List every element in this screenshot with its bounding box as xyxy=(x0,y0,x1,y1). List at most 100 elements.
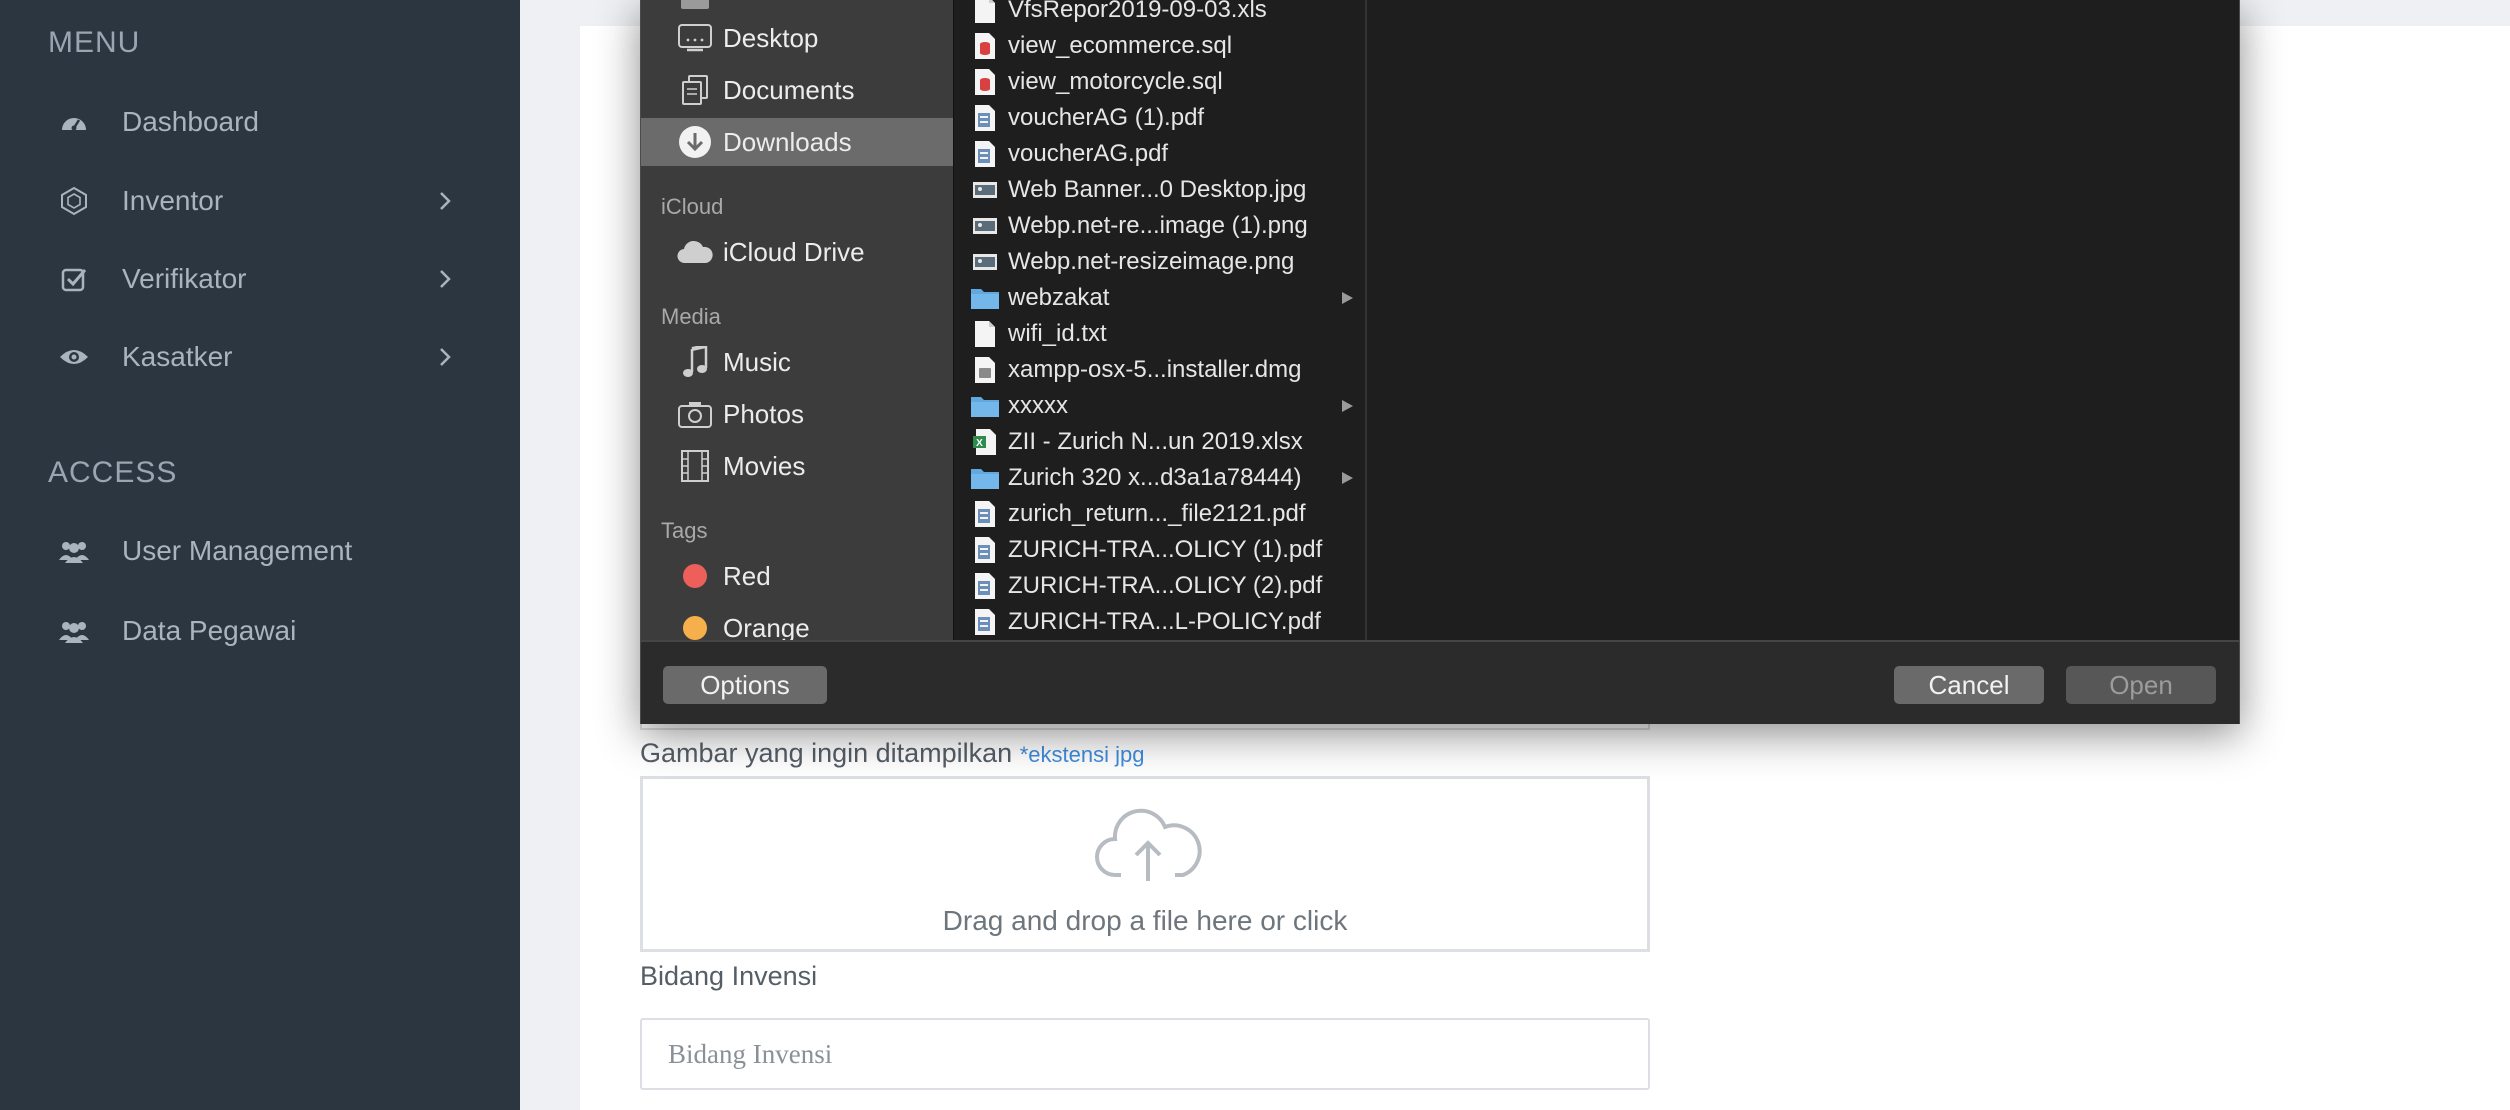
chevron-right-icon xyxy=(434,190,456,212)
tags-section-label: Tags xyxy=(661,518,708,543)
file-row[interactable]: voucherAG.pdf xyxy=(954,136,1365,172)
dialog-sidebar-item-icloud-drive[interactable]: iCloud Drive xyxy=(641,228,953,276)
orange-tag-dot-icon xyxy=(677,610,713,640)
icloud-section-label: iCloud xyxy=(661,194,724,219)
sidebar-item-label: Inventor xyxy=(122,185,224,216)
cloud-upload-icon xyxy=(1095,808,1202,881)
file-row[interactable]: VfsRepor2019-09-03.xls xyxy=(954,0,1365,28)
disclosure-arrow-icon xyxy=(1340,291,1354,305)
file-row[interactable]: view_ecommerce.sql xyxy=(954,28,1365,64)
image-file-icon xyxy=(970,175,1000,205)
sidebar-item-label: Kasatker xyxy=(122,341,233,372)
chevron-right-icon xyxy=(434,346,456,368)
dialog-sidebar-item-tag-red[interactable]: Red xyxy=(641,552,953,600)
file-row[interactable]: wifi_id.txt xyxy=(954,316,1365,352)
pdf-file-icon xyxy=(970,571,1000,601)
excel-file-icon: X xyxy=(970,427,1000,457)
disclosure-arrow-icon xyxy=(1340,471,1354,485)
eye-icon xyxy=(58,341,90,373)
folder-icon xyxy=(970,391,1000,421)
file-name: voucherAG (1).pdf xyxy=(1008,104,1205,131)
dialog-sidebar-item-desktop[interactable]: Desktop xyxy=(641,14,953,62)
image-file-icon xyxy=(970,211,1000,241)
image-field-label: Gambar yang ingin ditampilkan *ekstensi … xyxy=(640,738,1144,769)
file-row[interactable]: view_motorcycle.sql xyxy=(954,64,1365,100)
dialog-file-list[interactable]: VfsRepor2019-09-03.xls view_ecommerce.sql… xyxy=(953,0,1365,640)
dialog-sidebar-item-tag-orange[interactable]: Orange xyxy=(641,604,953,640)
media-section-label: Media xyxy=(661,304,721,329)
music-icon xyxy=(677,344,713,380)
dialog-sidebar-label: Downloads xyxy=(723,126,852,157)
dialog-sidebar-label: Photos xyxy=(723,398,804,429)
file-name: voucherAG.pdf xyxy=(1008,140,1169,167)
pdf-file-icon xyxy=(970,103,1000,133)
file-name: wifi_id.txt xyxy=(1008,320,1107,347)
folder-icon xyxy=(970,463,1000,493)
image-file-icon xyxy=(970,247,1000,277)
file-row[interactable]: ZURICH-TRA...OLICY (2).pdf xyxy=(954,568,1365,604)
file-row[interactable]: Webp.net-re...image (1).png xyxy=(954,208,1365,244)
sidebar-item-kasatker[interactable]: Kasatker xyxy=(0,325,520,389)
dialog-sidebar-item-documents[interactable]: Documents xyxy=(641,66,953,114)
dialog-sidebar-label: Red xyxy=(723,560,771,591)
sql-file-icon xyxy=(970,67,1000,97)
image-dropzone[interactable]: Drag and drop a file here or click xyxy=(640,776,1650,952)
dialog-preview-pane xyxy=(1365,0,2239,640)
open-button[interactable]: Open xyxy=(2066,666,2216,704)
dialog-sidebar: Desktop Documents Downloads iCloud iClou… xyxy=(641,0,953,640)
dialog-footer: Options Cancel Open xyxy=(641,640,2239,724)
pdf-file-icon xyxy=(970,535,1000,565)
options-button[interactable]: Options xyxy=(663,666,827,704)
file-open-dialog: Desktop Documents Downloads iCloud iClou… xyxy=(640,0,2240,724)
folder-icon xyxy=(970,283,1000,313)
file-row[interactable]: Webp.net-resizeimage.png xyxy=(954,244,1365,280)
downloads-icon xyxy=(677,124,713,160)
file-row[interactable]: voucherAG (1).pdf xyxy=(954,100,1365,136)
file-name: view_motorcycle.sql xyxy=(1008,68,1223,95)
users-icon xyxy=(58,615,90,647)
folder-row[interactable]: xxxxx xyxy=(954,388,1365,424)
file-name: ZII - Zurich N...un 2019.xlsx xyxy=(1008,428,1303,455)
file-row[interactable]: ZURICH-TRA...OLICY (1).pdf xyxy=(954,532,1365,568)
check-square-icon xyxy=(58,263,90,295)
chevron-right-icon xyxy=(434,268,456,290)
image-label-text: Gambar yang ingin ditampilkan xyxy=(640,738,1013,768)
cloud-icon xyxy=(677,234,713,270)
file-name: Webp.net-re...image (1).png xyxy=(1008,212,1308,239)
file-row[interactable]: Web Banner...0 Desktop.jpg xyxy=(954,172,1365,208)
file-row[interactable]: xampp-osx-5...installer.dmg xyxy=(954,352,1365,388)
sidebar-item-user-management[interactable]: User Management xyxy=(0,519,520,583)
sidebar-item-inventor[interactable]: Inventor xyxy=(0,169,520,233)
document-icon xyxy=(970,0,1000,25)
cancel-button[interactable]: Cancel xyxy=(1894,666,2044,704)
dialog-sidebar-item-downloads[interactable]: Downloads xyxy=(641,118,953,166)
dialog-sidebar-item-photos[interactable]: Photos xyxy=(641,390,953,438)
dialog-sidebar-item-movies[interactable]: Movies xyxy=(641,442,953,490)
file-row[interactable]: X ZII - Zurich N...un 2019.xlsx xyxy=(954,424,1365,460)
file-name: Zurich 320 x...d3a1a78444) xyxy=(1008,464,1302,491)
bidang-invensi-input[interactable] xyxy=(640,1018,1650,1090)
dialog-sidebar-label: Desktop xyxy=(723,22,819,53)
sidebar-item-dashboard[interactable]: Dashboard xyxy=(0,90,520,154)
file-name: xxxxx xyxy=(1008,392,1068,419)
file-row[interactable]: zurich_return..._file2121.pdf xyxy=(954,496,1365,532)
document-icon xyxy=(970,319,1000,349)
dashboard-icon xyxy=(58,106,90,138)
disclosure-arrow-icon xyxy=(1340,399,1354,413)
camera-icon xyxy=(677,396,713,432)
file-row[interactable]: ZURICH-TRA...L-POLICY.pdf xyxy=(954,604,1365,640)
file-name: zurich_return..._file2121.pdf xyxy=(1008,500,1306,527)
dialog-sidebar-label: Movies xyxy=(723,450,806,481)
file-name: Web Banner...0 Desktop.jpg xyxy=(1008,176,1307,203)
desktop-icon xyxy=(677,20,713,56)
inventor-icon xyxy=(58,185,90,217)
dropzone-text: Drag and drop a file here or click xyxy=(942,905,1348,936)
image-extension-hint: *ekstensi jpg xyxy=(1019,742,1145,767)
pdf-file-icon xyxy=(970,499,1000,529)
pdf-file-icon xyxy=(970,607,1000,637)
folder-row[interactable]: Zurich 320 x...d3a1a78444) xyxy=(954,460,1365,496)
sidebar-item-data-pegawai[interactable]: Data Pegawai xyxy=(0,599,520,663)
folder-row[interactable]: webzakat xyxy=(954,280,1365,316)
dialog-sidebar-item-music[interactable]: Music xyxy=(641,338,953,386)
sidebar-item-verifikator[interactable]: Verifikator xyxy=(0,247,520,311)
